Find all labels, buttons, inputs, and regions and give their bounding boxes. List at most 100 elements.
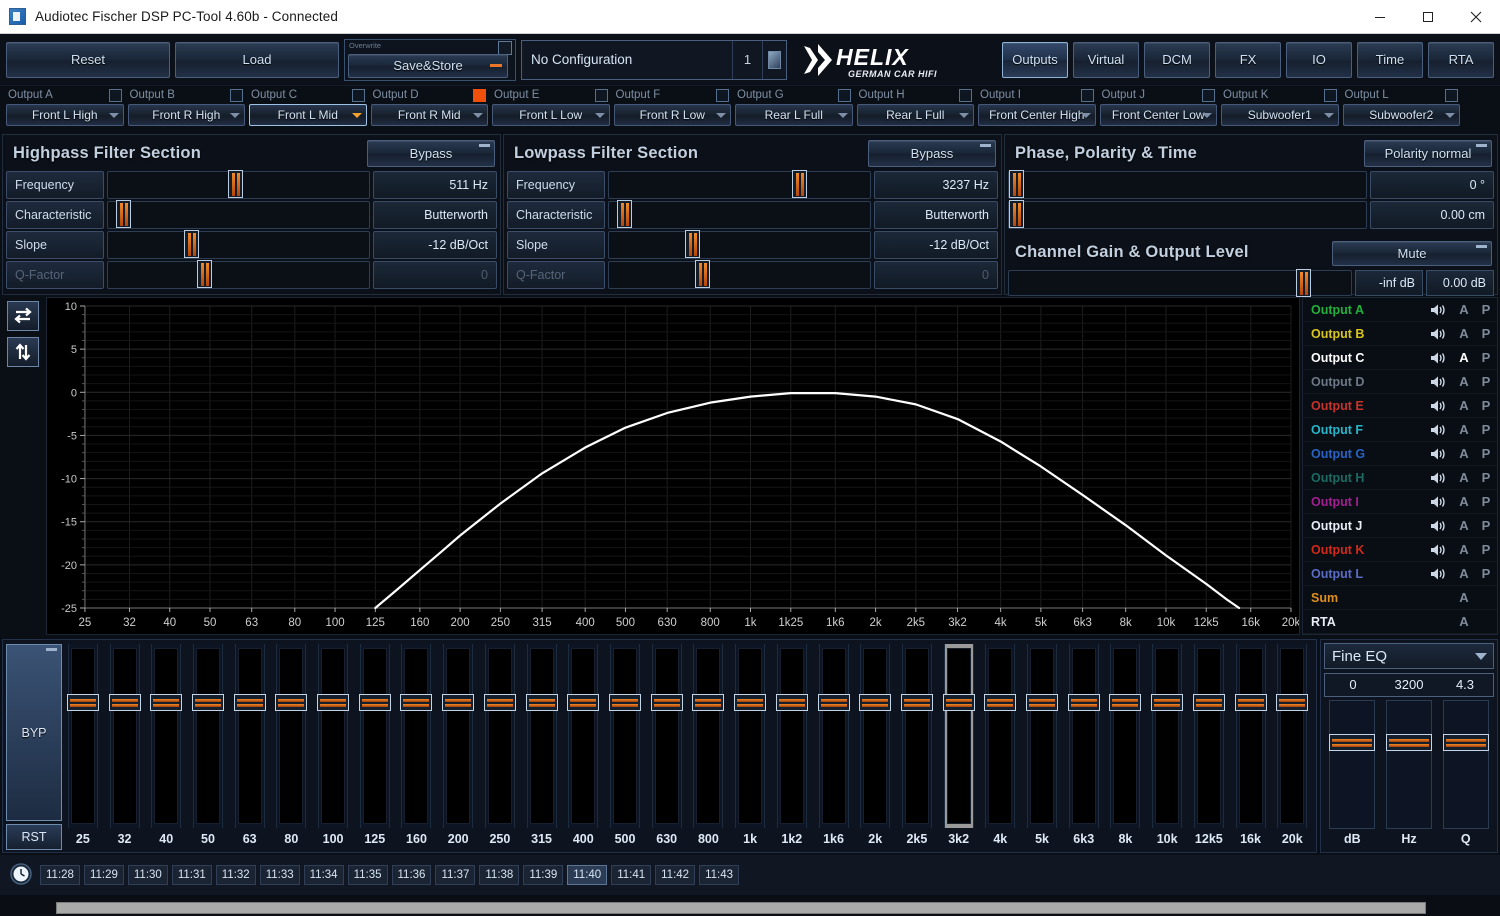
- channel-select-button[interactable]: Front R Low: [613, 104, 731, 126]
- output-list-row[interactable]: Output G AP: [1303, 442, 1497, 466]
- timestamp-button[interactable]: 11:35: [347, 865, 388, 885]
- eq-band-track[interactable]: [692, 644, 725, 828]
- eq-band-track[interactable]: [191, 644, 224, 828]
- eq-band-thumb[interactable]: [900, 693, 933, 711]
- channel-select-button[interactable]: Subwoofer1: [1221, 104, 1339, 126]
- eq-band-track[interactable]: [817, 644, 850, 828]
- eq-band[interactable]: 1k6: [813, 644, 855, 850]
- output-auto-toggle[interactable]: A: [1453, 518, 1475, 533]
- eq-band-track[interactable]: [567, 644, 600, 828]
- tab-io[interactable]: IO: [1286, 41, 1352, 78]
- output-checkbox[interactable]: [1323, 89, 1337, 102]
- eq-band-track[interactable]: [483, 644, 516, 828]
- eq-band[interactable]: 10k: [1146, 644, 1188, 850]
- eq-band[interactable]: 315: [521, 644, 563, 850]
- eq-band-thumb[interactable]: [442, 693, 475, 711]
- eq-band-thumb[interactable]: [734, 693, 767, 711]
- eq-band-track[interactable]: [1067, 644, 1100, 828]
- eq-band-thumb[interactable]: [150, 693, 183, 711]
- output-phase-toggle[interactable]: P: [1475, 494, 1497, 509]
- highpass-param-slider[interactable]: [107, 170, 370, 199]
- eq-band-thumb[interactable]: [317, 693, 350, 711]
- timestamp-button[interactable]: 11:36: [391, 865, 432, 885]
- eq-band[interactable]: 80: [271, 644, 313, 850]
- output-list-row[interactable]: Output L AP: [1303, 562, 1497, 586]
- load-button[interactable]: Load: [175, 41, 339, 78]
- fine-eq-thumb[interactable]: [1329, 734, 1376, 752]
- output-auto-toggle[interactable]: A: [1453, 326, 1475, 341]
- eq-band-thumb[interactable]: [1026, 693, 1059, 711]
- timestamp-button[interactable]: 11:41: [611, 865, 652, 885]
- eq-band-thumb[interactable]: [567, 693, 600, 711]
- eq-bypass-button[interactable]: BYP: [6, 644, 62, 821]
- phase-param-slider[interactable]: [1008, 200, 1367, 229]
- timestamp-button[interactable]: 11:37: [435, 865, 476, 885]
- timestamp-button[interactable]: 11:31: [171, 865, 212, 885]
- fine-eq-band[interactable]: Q: [1437, 700, 1494, 849]
- highpass-bypass-button[interactable]: Bypass: [367, 140, 495, 167]
- vertical-zoom-button[interactable]: [7, 337, 39, 367]
- output-auto-toggle[interactable]: A: [1453, 422, 1475, 437]
- output-phase-toggle[interactable]: P: [1475, 518, 1497, 533]
- phase-param-slider[interactable]: [1008, 170, 1367, 199]
- eq-band-thumb[interactable]: [692, 693, 725, 711]
- channel-gain-thumb[interactable]: [1296, 269, 1312, 297]
- eq-band-thumb[interactable]: [525, 693, 558, 711]
- output-phase-toggle[interactable]: P: [1475, 566, 1497, 581]
- fine-eq-track[interactable]: [1442, 700, 1489, 829]
- highpass-param-slider[interactable]: [107, 230, 370, 259]
- eq-band-track[interactable]: [400, 644, 433, 828]
- fine-eq-track[interactable]: [1386, 700, 1432, 829]
- lowpass-param-slider[interactable]: [608, 200, 871, 229]
- speaker-icon[interactable]: [1423, 471, 1453, 485]
- output-phase-toggle[interactable]: P: [1475, 446, 1497, 461]
- slider-thumb[interactable]: [684, 230, 700, 258]
- eq-band[interactable]: 3k2: [938, 644, 980, 850]
- eq-band[interactable]: 2k5: [896, 644, 938, 850]
- tab-outputs[interactable]: Outputs: [1002, 41, 1068, 78]
- output-list-row[interactable]: Output E AP: [1303, 394, 1497, 418]
- output-checkbox[interactable]: [1080, 89, 1094, 102]
- eq-band[interactable]: 800: [688, 644, 730, 850]
- timestamp-button[interactable]: 11:42: [655, 865, 696, 885]
- eq-band[interactable]: 16k: [1230, 644, 1272, 850]
- eq-band-track[interactable]: [1234, 644, 1267, 828]
- channel-select-button[interactable]: Front R High: [127, 104, 245, 126]
- output-checkbox[interactable]: [351, 89, 365, 102]
- eq-band-thumb[interactable]: [1276, 693, 1309, 711]
- overwrite-checkbox[interactable]: [498, 40, 512, 55]
- eq-band-thumb[interactable]: [400, 693, 433, 711]
- channel-gain-slider[interactable]: [1008, 269, 1352, 297]
- eq-band[interactable]: 100: [312, 644, 354, 850]
- eq-band-track[interactable]: [150, 644, 183, 828]
- eq-band[interactable]: 400: [562, 644, 604, 850]
- eq-band-thumb[interactable]: [275, 693, 308, 711]
- slider-thumb[interactable]: [228, 170, 244, 198]
- frequency-response-graph[interactable]: 10 5 0 -5 -10 -15 -20 -25 25 32 40 50 63 80 100 125 160 2…: [46, 297, 1301, 635]
- output-phase-toggle[interactable]: P: [1475, 542, 1497, 557]
- output-checkbox[interactable]: [1445, 89, 1458, 102]
- eq-band-track[interactable]: [650, 644, 683, 828]
- eq-band[interactable]: 63: [229, 644, 271, 850]
- tab-time[interactable]: Time: [1357, 41, 1423, 78]
- eq-band-thumb[interactable]: [984, 693, 1017, 711]
- slider-thumb[interactable]: [695, 260, 711, 288]
- eq-band-track[interactable]: [1192, 644, 1225, 828]
- eq-band[interactable]: 40: [145, 644, 187, 850]
- speaker-icon[interactable]: [1423, 543, 1453, 557]
- eq-reset-button[interactable]: RST: [6, 824, 62, 850]
- speaker-icon[interactable]: [1423, 567, 1453, 581]
- fine-eq-header[interactable]: Fine EQ: [1324, 643, 1494, 669]
- output-auto-toggle[interactable]: A: [1453, 590, 1475, 605]
- fine-eq-band[interactable]: dB: [1324, 700, 1381, 849]
- channel-select-button[interactable]: Rear L Full: [735, 104, 853, 126]
- lowpass-param-slider[interactable]: [608, 260, 871, 289]
- eq-band-track[interactable]: [900, 644, 933, 828]
- output-phase-toggle[interactable]: P: [1475, 350, 1497, 365]
- output-checkbox[interactable]: [716, 89, 729, 102]
- eq-band[interactable]: 50: [187, 644, 229, 850]
- eq-band-track[interactable]: [525, 644, 558, 828]
- output-list-row[interactable]: Output K AP: [1303, 538, 1497, 562]
- eq-band-thumb[interactable]: [233, 693, 266, 711]
- speaker-icon[interactable]: [1423, 327, 1453, 341]
